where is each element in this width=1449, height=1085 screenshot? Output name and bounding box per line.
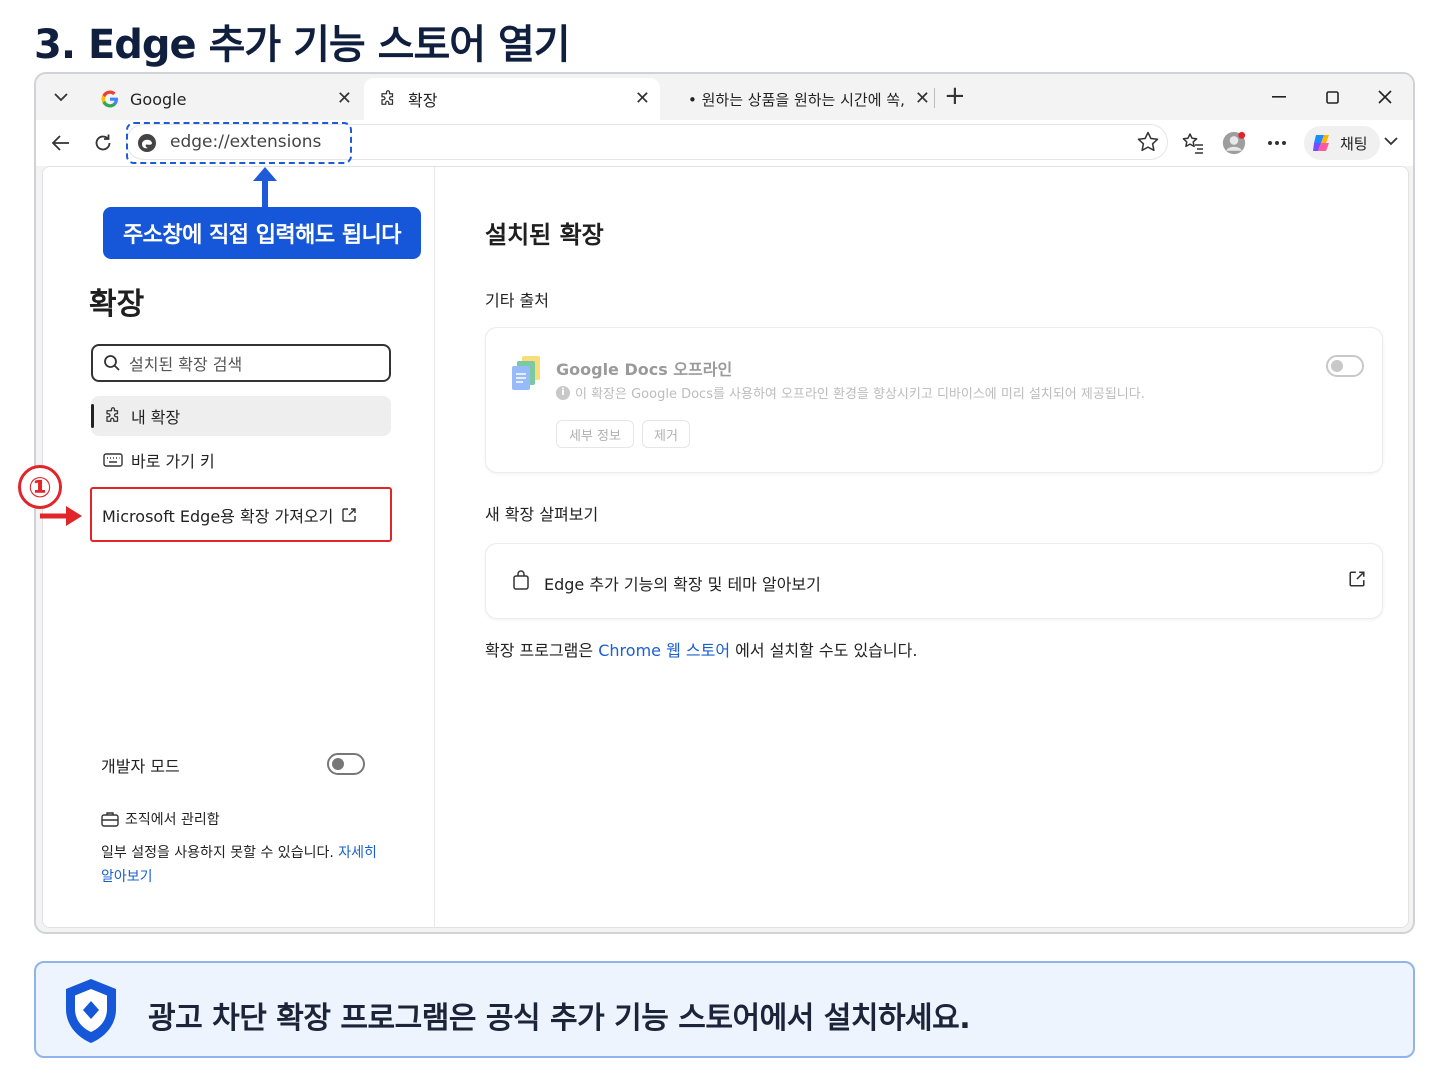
- org-managed-text: 조직에서 관리함: [125, 812, 220, 828]
- puzzle-icon: [378, 89, 398, 109]
- installed-extensions-title: 설치된 확장: [485, 221, 604, 249]
- address-text[interactable]: edge://extensions: [170, 132, 321, 152]
- extension-description-text: 이 확장은 Google Docs를 사용하여 오프라인 환경을 향상시키고 디…: [575, 387, 1145, 402]
- tab-google[interactable]: Google ✕: [86, 78, 362, 120]
- search-placeholder: 설치된 확장 검색: [129, 355, 243, 374]
- tip-banner: 광고 차단 확장 프로그램은 공식 추가 기능 스토어에서 설치하세요.: [34, 961, 1415, 1058]
- puzzle-icon: [103, 406, 123, 426]
- favorite-star-icon[interactable]: [1136, 130, 1160, 154]
- close-icon[interactable]: ✕: [635, 90, 650, 108]
- get-extensions-link[interactable]: Microsoft Edge용 확장 가져오기: [90, 487, 392, 542]
- extension-enable-toggle[interactable]: [1326, 355, 1364, 377]
- chevron-down-icon[interactable]: [1384, 134, 1398, 150]
- more-options-icon[interactable]: [1265, 131, 1289, 155]
- back-arrow-icon[interactable]: [48, 130, 74, 156]
- extension-description: i 이 확장은 Google Docs를 사용하여 오프라인 환경을 향상시키고…: [556, 383, 1145, 402]
- minimize-icon[interactable]: [1266, 84, 1292, 110]
- org-desc-text: 일부 설정을 사용하지 못할 수 있습니다.: [101, 845, 334, 861]
- page-heading: 3. Edge 추가 기능 스토어 열기: [34, 22, 571, 68]
- discover-heading: 새 확장 살펴보기: [485, 505, 599, 524]
- main-panel: 설치된 확장 기타 출처 Google Docs 오프라인 i 이 확장은 Go…: [435, 167, 1408, 927]
- info-icon: i: [556, 385, 570, 400]
- maximize-icon[interactable]: [1319, 84, 1345, 110]
- sidebar: 주소창에 직접 입력해도 됩니다 확장 설치된 확장 검색 내 확장 바로 가기…: [43, 167, 435, 927]
- google-docs-icon: [508, 354, 546, 392]
- developer-mode-toggle[interactable]: [327, 753, 365, 775]
- org-managed-label: 조직에서 관리함: [101, 809, 220, 829]
- copilot-chat-button[interactable]: 채팅: [1304, 126, 1380, 160]
- window-close-icon[interactable]: [1372, 84, 1398, 110]
- browser-toolbar: edge://extensions 채팅: [36, 120, 1413, 166]
- other-sources-heading: 기타 출처: [485, 291, 549, 310]
- keyboard-icon: [103, 450, 123, 470]
- copilot-label: 채팅: [1340, 134, 1368, 153]
- tab-extensions[interactable]: 확장 ✕: [364, 78, 660, 120]
- search-icon: [104, 355, 120, 371]
- get-extensions-label: Microsoft Edge용 확장 가져오기: [102, 506, 334, 526]
- external-link-icon: [342, 507, 357, 522]
- chrome-note-suffix: 에서 설치할 수도 있습니다.: [735, 641, 918, 660]
- sidebar-item-my-extensions[interactable]: 내 확장: [91, 396, 391, 436]
- callout-arrow: [262, 173, 268, 209]
- developer-mode-label: 개발자 모드: [101, 757, 180, 776]
- shopping-bag-icon: [513, 570, 529, 590]
- step-marker: ①: [18, 465, 62, 509]
- shield-icon: [66, 979, 116, 1043]
- close-icon[interactable]: ✕: [337, 90, 352, 108]
- discover-addons-link[interactable]: Edge 추가 기능의 확장 및 테마 알아보기: [485, 543, 1383, 619]
- tab-label: Google: [130, 89, 187, 109]
- tab-label: • 원하는 상품을 원하는 시간에 쏙,: [688, 90, 905, 109]
- favorites-list-icon[interactable]: [1181, 131, 1205, 155]
- profile-avatar-icon[interactable]: [1222, 131, 1246, 155]
- tab-actions-chevron-icon[interactable]: [48, 84, 74, 110]
- sidebar-title: 확장: [89, 287, 145, 322]
- copilot-icon: [1310, 132, 1332, 154]
- tab-shopping[interactable]: • 원하는 상품을 원하는 시간에 쏙, ✕: [674, 78, 930, 120]
- tab-label: 확장: [408, 91, 438, 110]
- tab-strip: Google ✕ 확장 ✕ • 원하는 상품을 원하는 시간에 쏙, ✕ +: [36, 74, 1413, 120]
- extension-name: Google Docs 오프라인: [556, 360, 733, 379]
- toggle-knob: [1331, 360, 1343, 372]
- new-tab-plus-icon[interactable]: +: [944, 82, 966, 110]
- remove-button[interactable]: 제거: [642, 420, 690, 448]
- red-arrow-icon: [40, 506, 82, 526]
- address-callout: 주소창에 직접 입력해도 됩니다: [103, 207, 421, 259]
- briefcase-icon: [101, 812, 119, 827]
- google-icon: [100, 89, 120, 109]
- discover-link-text: Edge 추가 기능의 확장 및 테마 알아보기: [544, 575, 821, 594]
- search-input[interactable]: 설치된 확장 검색: [91, 344, 391, 382]
- extension-card-google-docs: Google Docs 오프라인 i 이 확장은 Google Docs를 사용…: [485, 327, 1383, 473]
- extensions-page: 주소창에 직접 입력해도 됩니다 확장 설치된 확장 검색 내 확장 바로 가기…: [42, 166, 1409, 928]
- chrome-web-store-link[interactable]: Chrome 웹 스토어: [598, 641, 730, 660]
- sidebar-item-shortcuts[interactable]: 바로 가기 키: [91, 440, 391, 480]
- browser-window: Google ✕ 확장 ✕ • 원하는 상품을 원하는 시간에 쏙, ✕ + e…: [34, 72, 1415, 934]
- sidebar-item-label: 내 확장: [131, 408, 181, 427]
- org-description: 일부 설정을 사용하지 못할 수 있습니다. 자세히 알아보기: [101, 841, 391, 889]
- tab-separator: [934, 88, 935, 108]
- toggle-knob: [332, 758, 344, 770]
- chrome-note-prefix: 확장 프로그램은: [485, 641, 594, 660]
- banner-text: 광고 차단 확장 프로그램은 공식 추가 기능 스토어에서 설치하세요.: [148, 1001, 971, 1036]
- edge-logo-icon: [137, 133, 157, 153]
- chrome-store-note: 확장 프로그램은 Chrome 웹 스토어 에서 설치할 수도 있습니다.: [485, 637, 917, 661]
- external-link-icon: [1349, 571, 1365, 587]
- close-icon[interactable]: ✕: [915, 90, 930, 108]
- refresh-icon[interactable]: [90, 130, 116, 156]
- sidebar-item-label: 바로 가기 키: [131, 452, 215, 471]
- details-button[interactable]: 세부 정보: [556, 420, 634, 448]
